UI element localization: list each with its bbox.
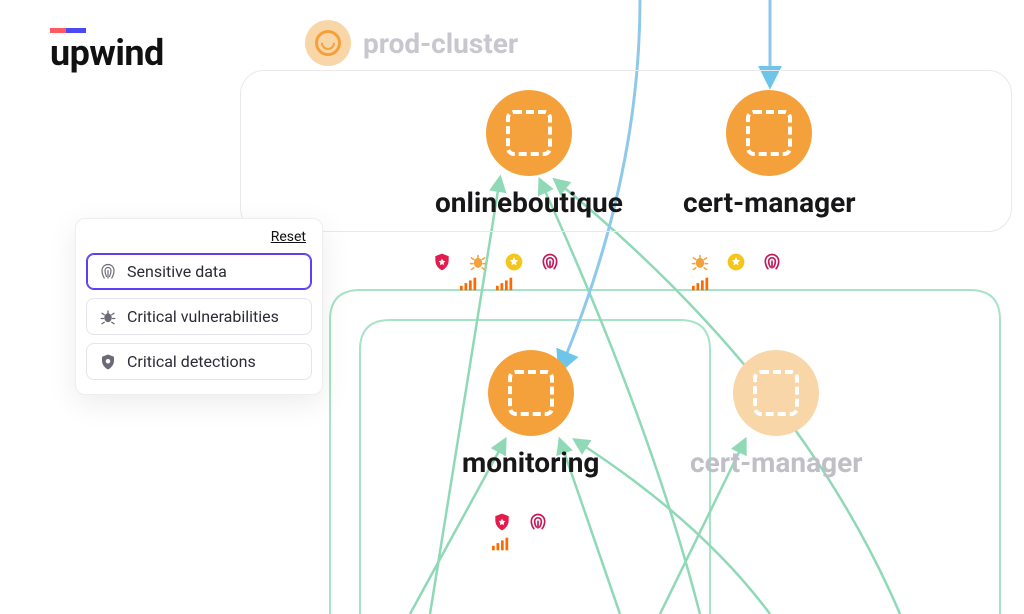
node-label: cert-manager (683, 186, 855, 219)
signal-icon (692, 276, 710, 295)
fingerprint-icon (540, 252, 560, 272)
bug-icon (468, 252, 488, 272)
star-icon (504, 252, 524, 272)
filter-label: Critical vulnerabilities (127, 307, 279, 326)
badges-onlineboutique (432, 252, 560, 272)
filter-critical-vulnerabilities[interactable]: Critical vulnerabilities (86, 298, 312, 335)
filter-label: Sensitive data (127, 262, 227, 281)
cluster-icon (305, 20, 351, 66)
node-monitoring[interactable]: monitoring (462, 350, 599, 479)
filter-label: Critical detections (127, 352, 256, 371)
node-label: monitoring (462, 446, 599, 479)
namespace-icon (733, 350, 819, 436)
node-label: cert-manager (690, 446, 862, 479)
filter-panel: Reset Sensitive data Critical vulnerabil… (75, 218, 323, 395)
star-icon (726, 252, 746, 272)
reset-link[interactable]: Reset (86, 229, 306, 245)
brand-name: upwind (50, 35, 164, 71)
shield-icon (432, 252, 452, 272)
badges-monitoring (492, 512, 548, 532)
filter-sensitive-data[interactable]: Sensitive data (86, 253, 312, 290)
signal-icon (460, 276, 478, 295)
bug-icon (690, 252, 710, 272)
signal-icon (496, 276, 514, 295)
fingerprint-icon (528, 512, 548, 532)
node-cert-manager-bottom[interactable]: cert-manager (690, 350, 862, 479)
node-onlineboutique[interactable]: onlineboutique (435, 90, 623, 219)
filter-critical-detections[interactable]: Critical detections (86, 343, 312, 380)
fingerprint-icon (99, 263, 117, 281)
shield-icon (492, 512, 512, 532)
bug-icon (99, 308, 117, 326)
badges-cert-manager-top (690, 252, 782, 272)
node-cert-manager-top[interactable]: cert-manager (683, 90, 855, 219)
namespace-icon (726, 90, 812, 176)
brand-logo: upwind (50, 28, 164, 71)
fingerprint-icon (762, 252, 782, 272)
cluster-label: prod-cluster (363, 27, 518, 60)
namespace-icon (486, 90, 572, 176)
cluster-outline (240, 70, 1012, 232)
node-label: onlineboutique (435, 186, 623, 219)
shield-icon (99, 353, 117, 371)
signal-icon (492, 536, 510, 555)
cluster-header: prod-cluster (305, 20, 518, 66)
namespace-icon (488, 350, 574, 436)
